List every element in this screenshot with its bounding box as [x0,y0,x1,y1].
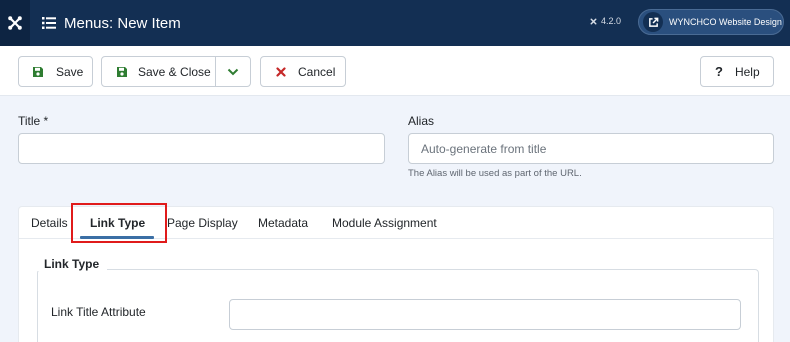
page-title: Menus: New Item [42,13,181,33]
alias-label: Alias [408,114,435,128]
save-close-label: Save & Close [138,64,211,79]
question-mark-icon: ? [715,64,723,79]
joomla-small-icon [590,18,597,24]
external-link-icon [643,12,663,32]
floppy-disk-icon [32,66,44,78]
tab-page-display[interactable]: Page Display [167,216,238,230]
close-icon [276,66,286,77]
list-menu-icon [42,17,56,29]
view-site-button[interactable]: WYNCHCO Website Design [638,9,784,35]
cancel-label: Cancel [298,64,336,79]
tab-details[interactable]: Details [31,216,68,230]
help-label: Help [734,64,760,79]
page-title-text: Menus: New Item [64,14,181,32]
tab-metadata[interactable]: Metadata [258,216,308,230]
site-name-label: WYNCHCO Website Design [669,17,782,27]
title-label: Title * [18,114,49,128]
link-type-legend: Link Type [36,257,108,271]
cancel-button[interactable]: Cancel [260,56,346,87]
save-button[interactable]: Save [18,56,93,87]
link-title-attribute-input[interactable] [229,299,741,330]
top-header: Menus: New Item 4.2.0 WYNCHCO Website De… [0,0,790,46]
save-label: Save [56,64,84,79]
alias-input[interactable] [408,133,774,164]
title-input[interactable] [18,133,385,164]
toolbar: Save Save & Close Cancel ? Help [0,46,790,96]
save-options-dropdown-button[interactable] [215,56,251,87]
floppy-disk-icon [116,66,128,78]
chevron-down-icon [227,68,239,75]
version-text: 4.2.0 [601,16,622,26]
joomla-logo-icon[interactable] [0,0,30,46]
active-tab-indicator [80,236,154,239]
tab-bar: Details Link Type Page Display Metadata … [19,207,773,239]
alias-help-text: The Alias will be used as part of the UR… [408,168,582,179]
tab-link-type[interactable]: Link Type [90,216,145,230]
link-title-attribute-label: Link Title Attribute [51,305,146,319]
version-info: 4.2.0 [589,16,621,26]
tab-module-assignment[interactable]: Module Assignment [332,216,437,230]
help-button[interactable]: ? Help [700,56,774,87]
save-close-button[interactable]: Save & Close [101,56,216,87]
